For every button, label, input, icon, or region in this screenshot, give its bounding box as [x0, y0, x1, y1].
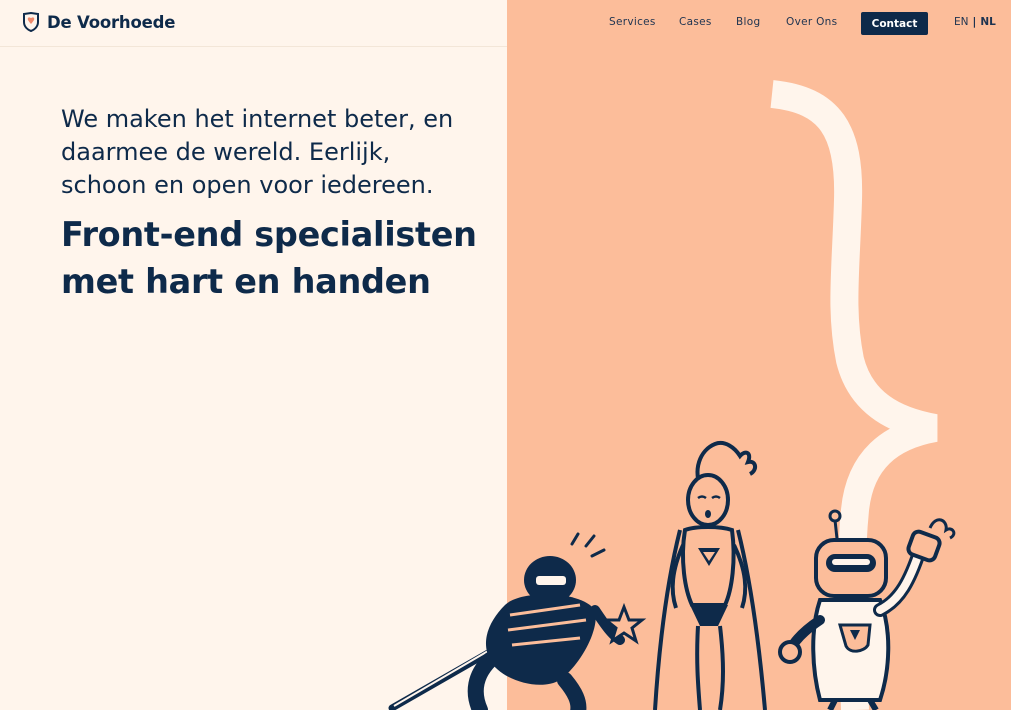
nav-services[interactable]: Services: [609, 16, 656, 28]
brand-name: De Voorhoede: [47, 12, 176, 32]
hero-intro: We maken het internet beter, en daarmee …: [61, 105, 454, 199]
nav-over-ons[interactable]: Over Ons: [786, 16, 837, 28]
robot-figure: [778, 509, 956, 710]
lang-nl[interactable]: NL: [980, 16, 995, 28]
ninja-figure: [388, 532, 647, 710]
site-header: De Voorhoede Services Cases Blog Over On…: [0, 0, 1011, 46]
superhero-figure: [653, 441, 767, 710]
language-switcher: EN | NL: [954, 16, 996, 28]
contact-button[interactable]: Contact: [861, 12, 928, 35]
team-illustration: [388, 441, 956, 710]
nav-blog[interactable]: Blog: [736, 16, 760, 28]
lang-separator: |: [972, 16, 977, 28]
nav-cases[interactable]: Cases: [679, 16, 712, 28]
logo[interactable]: De Voorhoede: [22, 11, 175, 33]
lang-en[interactable]: EN: [954, 16, 969, 28]
hero-headline: Front-end specialisten met hart en hande…: [61, 215, 477, 301]
header-divider: [0, 46, 507, 47]
shield-heart-icon: [23, 12, 39, 32]
